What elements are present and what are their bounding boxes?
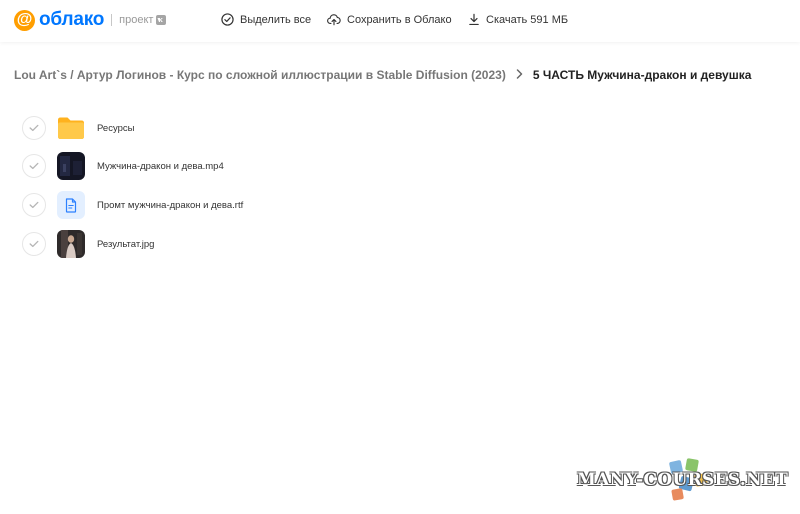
chevron-right-icon <box>516 68 523 82</box>
select-checkbox[interactable] <box>22 193 46 217</box>
select-checkbox[interactable] <box>22 116 46 140</box>
project-label: проект <box>119 14 154 26</box>
image-thumbnail <box>57 230 85 258</box>
file-name: Ресурсы <box>97 122 135 134</box>
file-name: Результат.jpg <box>97 238 155 250</box>
breadcrumb: Lou Art`s / Артур Логинов - Курс по слож… <box>14 68 751 82</box>
save-to-cloud-button[interactable]: Сохранить в Облако <box>327 13 452 26</box>
list-item-document[interactable]: Промт мужчина-дракон и дева.rtf <box>22 190 243 220</box>
file-name: Мужчина-дракон и дева.mp4 <box>97 160 224 172</box>
logo-divider <box>111 14 113 26</box>
check-icon <box>29 240 39 248</box>
vk-badge-icon <box>156 15 167 25</box>
check-icon <box>29 162 39 170</box>
check-icon <box>29 124 39 132</box>
select-all-label: Выделить все <box>240 13 312 26</box>
logo[interactable]: @ облако проект <box>14 9 167 31</box>
list-item-video[interactable]: Мужчина-дракон и дева.mp4 <box>22 151 224 181</box>
select-checkbox[interactable] <box>22 232 46 256</box>
video-thumbnail <box>57 152 85 180</box>
list-item-image[interactable]: Результат.jpg <box>22 229 154 259</box>
download-icon <box>469 13 479 26</box>
logo-text: облако <box>39 9 105 30</box>
file-name: Промт мужчина-дракон и дева.rtf <box>97 199 244 211</box>
check-circle-icon <box>221 13 234 26</box>
top-bar: @ облако проект Выделить все Сохранить в… <box>0 0 800 42</box>
logo-at-icon: @ <box>14 9 35 31</box>
select-all-button[interactable]: Выделить все <box>221 13 311 26</box>
breadcrumb-current: 5 ЧАСТЬ Мужчина-дракон и девушка <box>532 68 752 82</box>
document-icon <box>57 191 85 219</box>
check-icon <box>29 201 39 209</box>
list-item-folder-resources[interactable]: Ресурсы <box>22 113 134 143</box>
folder-icon <box>57 114 85 142</box>
watermark: MANY-COURSES.NET <box>577 470 789 490</box>
breadcrumb-parent-link[interactable]: Lou Art`s / Артур Логинов - Курс по слож… <box>14 68 506 82</box>
download-label: Скачать 591 МБ <box>486 13 569 26</box>
cloud-upload-icon <box>327 14 341 26</box>
download-button[interactable]: Скачать 591 МБ <box>468 13 568 26</box>
select-checkbox[interactable] <box>22 154 46 178</box>
save-to-cloud-label: Сохранить в Облако <box>347 13 452 26</box>
